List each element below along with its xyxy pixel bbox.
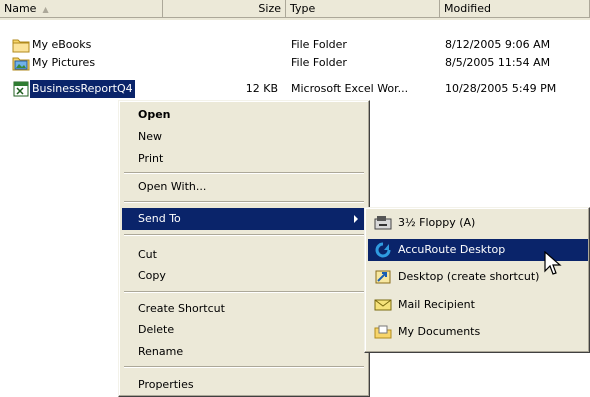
- menu-item-label: Desktop (create shortcut): [398, 270, 540, 283]
- send-to-mail-recipient[interactable]: Mail Recipient: [368, 294, 588, 316]
- excel-file-icon: [13, 81, 29, 97]
- menu-item-label: Properties: [138, 378, 194, 391]
- file-type: Microsoft Excel Wor...: [291, 82, 409, 95]
- menu-separator: [124, 172, 364, 174]
- file-name: My Pictures: [32, 56, 96, 69]
- column-header-size[interactable]: Size: [163, 0, 286, 18]
- menu-item-label: Copy: [138, 269, 166, 282]
- menu-item-rename[interactable]: Rename: [122, 341, 366, 363]
- menu-item-label: Open With...: [138, 180, 207, 193]
- menu-item-delete[interactable]: Delete: [122, 319, 366, 341]
- menu-item-copy[interactable]: Copy: [122, 265, 366, 287]
- file-name-cell: My eBooks: [12, 36, 162, 54]
- file-modified: 8/12/2005 9:06 AM: [445, 38, 551, 51]
- folder-icon: [12, 39, 30, 53]
- accuroute-icon: [375, 242, 391, 258]
- floppy-drive-icon: [374, 216, 392, 230]
- column-header-modified[interactable]: Modified: [440, 0, 590, 18]
- menu-item-label: Send To: [138, 212, 181, 225]
- menu-separator: [124, 291, 364, 293]
- menu-item-send-to[interactable]: Send To: [122, 208, 366, 230]
- menu-item-open[interactable]: Open: [122, 104, 366, 126]
- column-size-label: Size: [258, 2, 281, 15]
- list-item[interactable]: BusinessReportQ4 12 KB Microsoft Excel W…: [0, 80, 590, 98]
- file-type: File Folder: [291, 38, 347, 51]
- desktop-shortcut-icon: [375, 270, 391, 284]
- file-modified: 10/28/2005 5:49 PM: [445, 82, 557, 95]
- send-to-floppy[interactable]: 3½ Floppy (A): [368, 212, 588, 234]
- column-modified-label: Modified: [444, 2, 491, 15]
- menu-item-label: Print: [138, 152, 164, 165]
- menu-item-print[interactable]: Print: [122, 148, 366, 170]
- menu-item-label: My Documents: [398, 325, 481, 338]
- mail-envelope-icon: [374, 299, 392, 311]
- submenu-arrow-icon: [354, 215, 358, 223]
- file-size: [163, 36, 278, 54]
- list-item[interactable]: My Pictures File Folder 8/5/2005 11:54 A…: [0, 54, 590, 72]
- column-type-label: Type: [290, 2, 316, 15]
- pictures-folder-icon: [12, 57, 30, 71]
- menu-item-label: Create Shortcut: [138, 302, 225, 315]
- menu-item-cut[interactable]: Cut: [122, 244, 366, 266]
- file-name-cell: My Pictures: [12, 54, 162, 72]
- menu-item-label: Rename: [138, 345, 184, 358]
- menu-item-label: Open: [138, 108, 171, 121]
- menu-item-create-shortcut[interactable]: Create Shortcut: [122, 298, 366, 320]
- column-header-bar: Name ▲ Size Type Modified: [0, 0, 590, 20]
- column-header-name[interactable]: Name ▲: [0, 0, 163, 18]
- send-to-submenu: 3½ Floppy (A) AccuRoute Desktop Desktop …: [364, 207, 590, 353]
- sort-ascending-icon: ▲: [42, 5, 49, 14]
- menu-separator: [124, 201, 364, 203]
- file-type: File Folder: [291, 56, 347, 69]
- menu-item-label: Cut: [138, 248, 157, 261]
- mouse-pointer-icon: [544, 251, 562, 275]
- file-name-cell: BusinessReportQ4: [12, 80, 162, 98]
- menu-separator: [124, 234, 364, 236]
- file-size: [163, 54, 278, 72]
- menu-item-new[interactable]: New: [122, 126, 366, 148]
- menu-item-label: 3½ Floppy (A): [398, 216, 476, 229]
- send-to-my-documents[interactable]: My Documents: [368, 321, 588, 343]
- menu-separator: [124, 366, 364, 368]
- menu-item-label: Mail Recipient: [398, 298, 475, 311]
- menu-item-label: New: [138, 130, 162, 143]
- menu-item-label: Delete: [138, 323, 175, 336]
- menu-item-open-with[interactable]: Open With...: [122, 176, 366, 198]
- file-size: 12 KB: [245, 82, 278, 95]
- file-name: BusinessReportQ4: [30, 80, 135, 98]
- column-header-type[interactable]: Type: [286, 0, 440, 18]
- column-name-label: Name: [4, 2, 37, 15]
- menu-item-properties[interactable]: Properties: [122, 374, 366, 396]
- list-item[interactable]: My eBooks File Folder 8/12/2005 9:06 AM: [0, 36, 590, 54]
- my-documents-folder-icon: [374, 325, 392, 339]
- menu-item-label: AccuRoute Desktop: [398, 243, 506, 256]
- context-menu: Open New Print Open With... Send To Cut …: [118, 100, 370, 397]
- file-name: My eBooks: [32, 38, 92, 51]
- file-modified: 8/5/2005 11:54 AM: [445, 56, 551, 69]
